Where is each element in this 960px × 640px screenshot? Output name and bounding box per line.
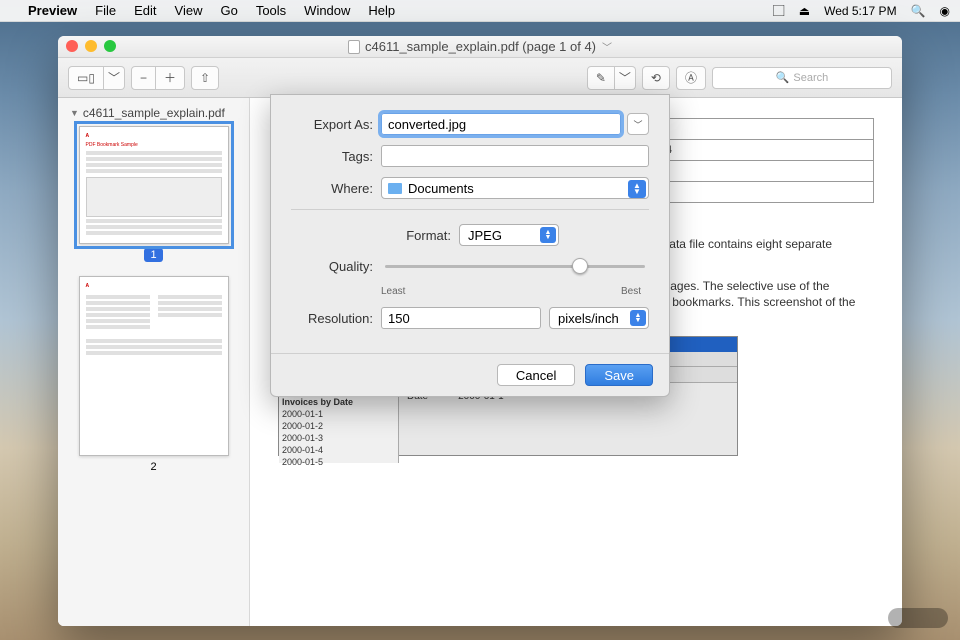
page-number-2: 2 [144,460,162,474]
cancel-button[interactable]: Cancel [497,364,575,386]
export-filename-input[interactable] [381,113,621,135]
updown-arrows-icon: ▲▼ [628,180,646,198]
export-sheet: Export As: ﹀ Tags: Where: Documents ▲▼ F… [270,94,670,397]
notification-badge[interactable] [888,608,948,628]
quality-slider[interactable] [385,256,645,276]
menu-file[interactable]: File [95,3,116,18]
sidebar-filename[interactable]: c4611_sample_explain.pdf [70,106,237,120]
menu-view[interactable]: View [175,3,203,18]
thumbnail-sidebar: c4611_sample_explain.pdf A PDF Bookmark … [58,98,250,626]
system-menubar: Preview File Edit View Go Tools Window H… [0,0,960,22]
quality-best-label: Best [621,286,641,297]
where-popup[interactable]: Documents ▲▼ [381,177,649,199]
save-button[interactable]: Save [585,364,653,386]
sidebar-view-button[interactable]: ▭▯ [68,66,104,90]
menu-window[interactable]: Window [304,3,350,18]
share-button[interactable]: ⇧ [191,66,219,90]
document-proxy-icon[interactable] [348,40,360,54]
resolution-unit-popup[interactable]: pixels/inch ▲▼ [549,307,649,329]
rotate-button[interactable]: ⟲ [642,66,670,90]
highlight-button[interactable]: ✎ [587,66,615,90]
window-titlebar[interactable]: c4611_sample_explain.pdf (page 1 of 4) ﹀ [58,36,902,58]
app-menu[interactable]: Preview [28,3,77,18]
tags-label: Tags: [291,149,373,164]
filename-history-button[interactable]: ﹀ [627,113,649,135]
markup-button[interactable]: Ⓐ [676,66,706,90]
spotlight-icon[interactable]: 🔍 [911,4,926,18]
menu-go[interactable]: Go [220,3,237,18]
title-menu-chevron-icon[interactable]: ﹀ [602,39,612,54]
page-thumbnail-1[interactable]: A PDF Bookmark Sample [79,126,229,244]
menu-tools[interactable]: Tools [256,3,286,18]
format-label: Format: [381,228,451,243]
quality-label: Quality: [291,259,373,274]
page-number-1: 1 [144,248,162,262]
menubar-clock[interactable]: Wed 5:17 PM [824,4,896,18]
page-thumbnail-2[interactable]: A [79,276,229,456]
highlight-menu[interactable]: ﹀ [615,66,636,90]
resolution-input[interactable] [381,307,541,329]
window-zoom-button[interactable] [104,40,116,52]
zoom-out-button[interactable]: − [131,66,156,90]
window-title: c4611_sample_explain.pdf (page 1 of 4) [365,39,596,54]
export-as-label: Export As: [291,117,373,132]
quality-least-label: Least [381,286,405,297]
eject-icon[interactable]: ⏏ [799,4,810,18]
search-icon: 🔍 [776,71,790,84]
format-popup[interactable]: JPEG ▲▼ [459,224,559,246]
toolbar-search[interactable]: 🔍 Search [712,67,892,89]
zoom-in-button[interactable]: ＋ [156,66,185,90]
resolution-label: Resolution: [291,311,373,326]
folder-icon [388,183,402,194]
toolbar: ▭▯ ﹀ − ＋ ⇧ ✎ ﹀ ⟲ Ⓐ 🔍 Search [58,58,902,98]
tags-input[interactable] [381,145,649,167]
menu-help[interactable]: Help [368,3,395,18]
updown-arrows-icon: ▲▼ [540,227,556,243]
window-close-button[interactable] [66,40,78,52]
window-minimize-button[interactable] [85,40,97,52]
siri-icon[interactable]: ◉ [940,4,950,18]
updown-arrows-icon: ▲▼ [630,310,646,326]
sidebar-view-menu[interactable]: ﹀ [104,66,125,90]
menu-edit[interactable]: Edit [134,3,156,18]
where-label: Where: [291,181,373,196]
